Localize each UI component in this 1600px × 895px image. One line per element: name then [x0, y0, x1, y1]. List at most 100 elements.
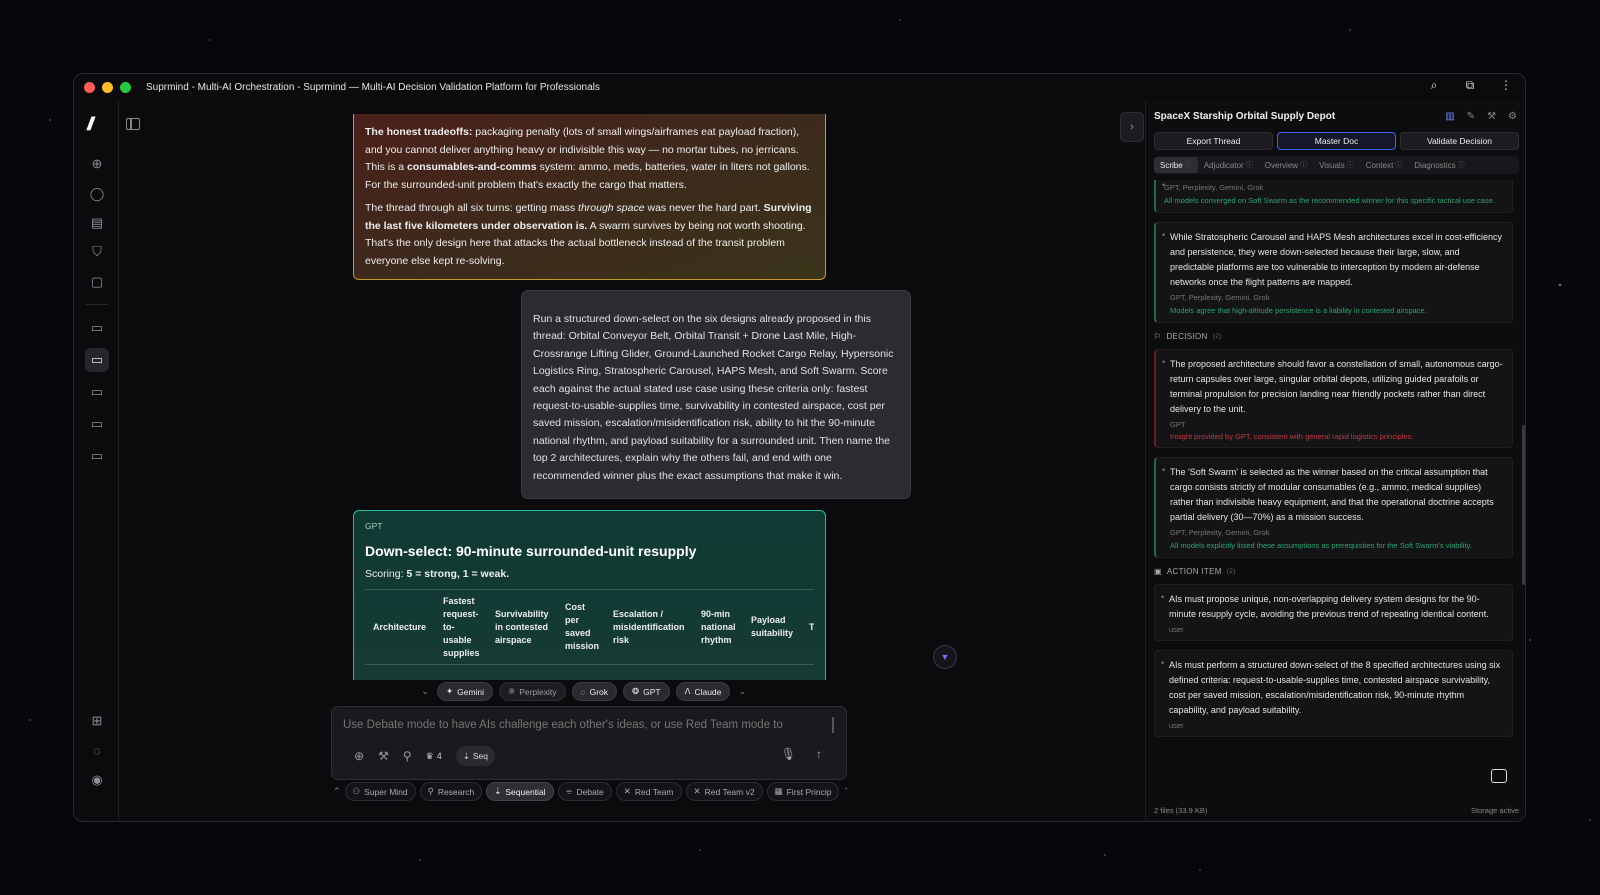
- folder-icon[interactable]: ▭: [85, 380, 109, 404]
- chat-icon[interactable]: ◯: [85, 182, 109, 206]
- folder-icon[interactable]: ▭: [85, 316, 109, 340]
- tools-icon[interactable]: ⚒: [378, 749, 389, 763]
- sequential-toggle[interactable]: ⇣ Seq: [455, 746, 495, 766]
- consensus-note: All models converged on Soft Swarm as th…: [1164, 196, 1495, 205]
- tab-scribe[interactable]: Scribe ⓘ: [1154, 157, 1198, 173]
- crown-count[interactable]: ♛ 4: [426, 751, 442, 762]
- settings-icon[interactable]: ⚙: [1508, 111, 1517, 122]
- model-label: Claude: [694, 686, 722, 697]
- model-chip-grok[interactable]: ◌ Grok: [571, 682, 617, 701]
- document-icon[interactable]: ▢: [85, 270, 109, 294]
- folder-icon[interactable]: ▭: [85, 444, 109, 468]
- tools-icon[interactable]: ⚒: [1487, 111, 1496, 122]
- mode-debate[interactable]: ⌯ Debate: [557, 782, 612, 801]
- model-chip-claude[interactable]: ᐱ Claude: [675, 682, 731, 701]
- first-principles-icon: ▦: [774, 786, 783, 796]
- info-icon: ⓘ: [1346, 162, 1354, 169]
- debate-icon: ⌯: [565, 786, 573, 796]
- table-header: Architecture: [373, 621, 427, 632]
- panel-scrollbar[interactable]: [1522, 425, 1525, 585]
- table-header: 90-min national rhythm: [701, 608, 736, 645]
- gpt-response-message: GPT Down-select: 90-minute surrounded-un…: [353, 510, 826, 680]
- chevron-right-icon[interactable]: ›: [1120, 112, 1144, 142]
- tab-label: Scribe: [1160, 160, 1183, 170]
- tab-adjudicator[interactable]: Adjudicator ⓘ: [1198, 157, 1259, 173]
- send-arrow-icon[interactable]: ↑: [816, 747, 822, 761]
- scroll-down-button[interactable]: ▼: [933, 645, 957, 669]
- app-logo[interactable]: //: [87, 114, 94, 135]
- count-value: 4: [436, 751, 442, 761]
- new-chat-icon[interactable]: ⊕: [85, 152, 109, 176]
- chevron-down-icon[interactable]: ⌄: [736, 686, 748, 697]
- action-item-section-header: ▣ ACTION ITEM (2): [1154, 567, 1513, 576]
- more-vert-icon[interactable]: ⋮: [1497, 78, 1515, 93]
- user-circle-icon[interactable]: ◉: [85, 768, 109, 792]
- message-paragraph: The thread through all six turns: gettin…: [365, 200, 814, 270]
- minimize-window-button[interactable]: [102, 81, 113, 93]
- microphone-icon[interactable]: 🎙: [781, 747, 796, 761]
- mode-label: Debate: [576, 786, 604, 797]
- shield-icon[interactable]: ⛉: [85, 240, 109, 264]
- validate-decision-button[interactable]: Validate Decision: [1400, 132, 1519, 150]
- folder-icon[interactable]: ▭: [85, 412, 109, 436]
- files-info: 2 files (33.9 KB): [1154, 806, 1208, 815]
- mode-label: Research: [437, 786, 475, 797]
- message-icon[interactable]: ◌: [85, 738, 109, 762]
- flag-icon: ⚐: [1154, 332, 1162, 341]
- composer-scrollbar: [832, 717, 834, 733]
- mode-red-team[interactable]: ✕ Red Team: [615, 782, 682, 801]
- message-input[interactable]: [343, 719, 823, 731]
- close-window-button[interactable]: [84, 81, 95, 93]
- add-attachment-icon[interactable]: ⊕: [354, 749, 364, 763]
- gemini-icon: ✦: [446, 686, 454, 696]
- left-rail: // ⊕ ◯ ▤ ⛉ ▢ ▭ ▭ ▭ ▭ ▭ ⊞ ◌ ◉: [74, 100, 119, 821]
- model-chip-gpt[interactable]: ❂ GPT: [623, 682, 670, 701]
- mode-research[interactable]: ⚲ Research: [419, 782, 483, 801]
- bold-text: consumables-and-comms: [407, 161, 537, 173]
- search-icon[interactable]: ⌕: [1425, 78, 1443, 93]
- scribe-content: GPT, Perplexity, Gemini, Grok All models…: [1154, 180, 1513, 795]
- model-chip-perplexity[interactable]: ※ Perplexity: [499, 682, 566, 701]
- master-doc-button[interactable]: Master Doc: [1277, 132, 1396, 150]
- mode-red-team-v2[interactable]: ✕ Red Team v2: [685, 782, 763, 801]
- tab-overview[interactable]: Overview ⓘ: [1259, 157, 1313, 173]
- message-composer: ⊕ ⚒ ⚲ ♛4 ⇣Seq 🎙 ↑: [331, 706, 847, 780]
- chevron-down-icon[interactable]: ⌄: [419, 686, 431, 697]
- edit-icon[interactable]: ✎: [1467, 111, 1475, 122]
- model-label: Gemini: [457, 686, 485, 697]
- export-thread-button[interactable]: Export Thread: [1154, 132, 1273, 150]
- notes-icon[interactable]: ▤: [85, 211, 109, 235]
- mode-sequential[interactable]: ⇣ Sequential: [486, 782, 554, 801]
- extension-icon[interactable]: ⧉: [1461, 78, 1479, 93]
- red-team-icon: ✕: [693, 786, 701, 796]
- section-label: ACTION ITEM: [1166, 567, 1222, 576]
- gpt-icon: ❂: [632, 686, 640, 696]
- lightbulb-icon[interactable]: ⚲: [403, 749, 412, 763]
- title-bar: Suprmind - Multi-AI Orchestration - Supr…: [74, 74, 1525, 100]
- rail-divider: [86, 304, 108, 305]
- ai-response-message: The honest tradeoffs: packaging penalty …: [353, 114, 826, 280]
- consensus-note: All models explicitly listed these assum…: [1170, 541, 1472, 550]
- tab-diagnostics[interactable]: Diagnostics ⓘ: [1408, 157, 1470, 173]
- chevron-up-icon[interactable]: ⌃: [333, 786, 341, 797]
- panel-header: SpaceX Starship Orbital Supply Depot ▥ ✎…: [1154, 111, 1517, 122]
- chat-bubble-icon[interactable]: [1491, 769, 1507, 783]
- mode-first-principles[interactable]: ▦ First Princip: [766, 782, 840, 801]
- model-label: Perplexity: [519, 686, 557, 697]
- mode-label: Red Team v2: [704, 786, 755, 797]
- tab-visuals[interactable]: Visuals ⓘ: [1313, 157, 1360, 173]
- user-message: Run a structured down-select on the six …: [521, 290, 911, 499]
- response-title: Down-select: 90-minute surrounded-unit r…: [365, 543, 697, 559]
- maximize-window-button[interactable]: [120, 81, 131, 93]
- tab-context[interactable]: Context ⓘ: [1360, 157, 1409, 173]
- mode-super-mind[interactable]: ⚇ Super Mind: [344, 782, 416, 801]
- chevron-up-icon[interactable]: ⌃: [843, 786, 847, 797]
- tab-label: Diagnostics: [1414, 160, 1456, 170]
- chart-icon[interactable]: ▥: [1445, 111, 1454, 122]
- folder-icon[interactable]: ▭: [85, 348, 109, 372]
- model-chip-gemini[interactable]: ✦ Gemini: [437, 682, 494, 701]
- tab-label: Overview: [1264, 160, 1299, 170]
- mode-label: Sequential: [505, 786, 546, 797]
- info-icon: ⓘ: [1395, 162, 1403, 169]
- grid-icon[interactable]: ⊞: [85, 709, 109, 733]
